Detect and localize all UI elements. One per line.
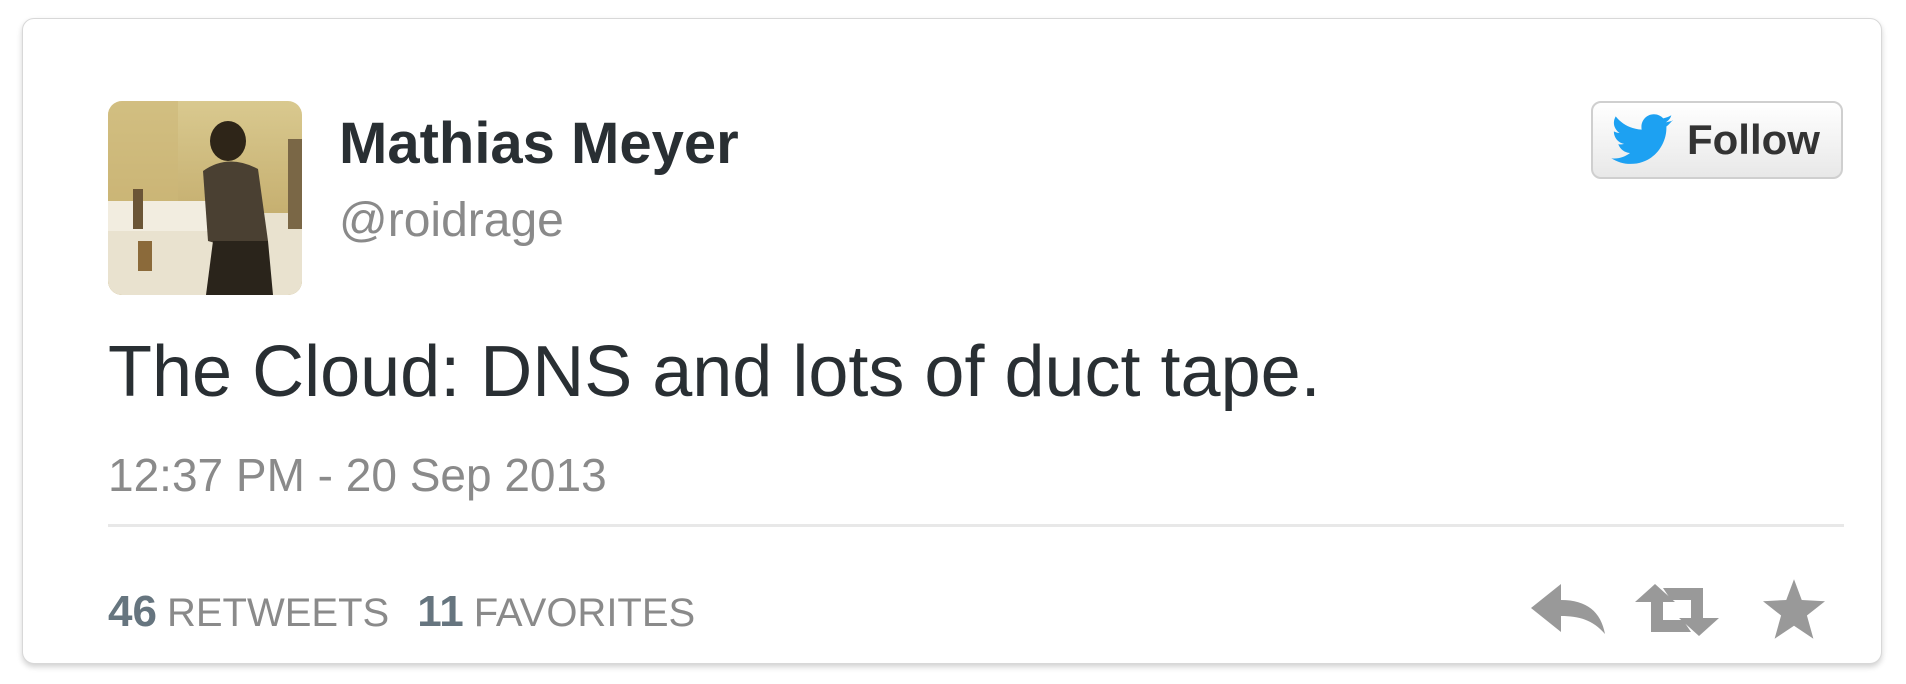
- reply-icon[interactable]: [1531, 584, 1607, 636]
- avatar[interactable]: [108, 101, 302, 295]
- favorites-label[interactable]: FAVORITES: [474, 588, 696, 638]
- user-display-name[interactable]: Mathias Meyer: [339, 109, 739, 179]
- retweet-icon[interactable]: [1635, 584, 1719, 636]
- follow-button-label: Follow: [1687, 116, 1820, 163]
- retweets-label[interactable]: RETWEETS: [167, 588, 389, 638]
- tweet-stats: 46 RETWEETS 11 FAVORITES: [108, 587, 723, 638]
- star-icon[interactable]: [1763, 579, 1825, 639]
- tweet-card: Mathias Meyer @roidrage Follow The Cloud…: [22, 18, 1882, 664]
- favorites-count[interactable]: 11: [417, 587, 464, 637]
- twitter-bird-icon: [1611, 114, 1674, 164]
- avatar-photo: [108, 101, 302, 295]
- follow-button[interactable]: Follow: [1591, 101, 1843, 179]
- tweet-timestamp[interactable]: 12:37 PM - 20 Sep 2013: [108, 447, 607, 503]
- user-handle[interactable]: @roidrage: [339, 191, 564, 251]
- divider: [108, 524, 1844, 527]
- tweet-text: The Cloud: DNS and lots of duct tape.: [108, 332, 1321, 412]
- retweets-count[interactable]: 46: [108, 587, 157, 637]
